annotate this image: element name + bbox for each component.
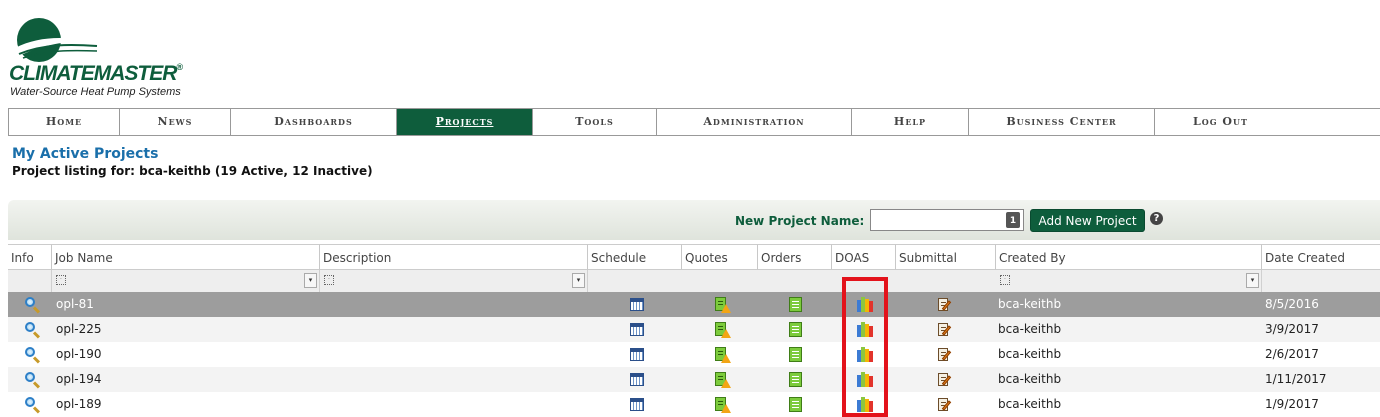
date-created-cell: 1/11/2017 xyxy=(1265,372,1327,386)
nav-log-out[interactable]: Log Out xyxy=(1155,109,1286,135)
submittal-edit-icon[interactable] xyxy=(937,397,953,413)
filter-icon: · xyxy=(56,275,66,285)
date-created-cell: 3/9/2017 xyxy=(1265,322,1319,336)
nav-news[interactable]: News xyxy=(120,109,231,135)
filter-dropdown-icon[interactable]: ▾ xyxy=(572,273,585,288)
submittal-edit-icon[interactable] xyxy=(937,372,953,388)
submittal-edit-icon[interactable] xyxy=(937,297,953,313)
calendar-icon[interactable] xyxy=(630,348,644,361)
table-row[interactable]: opl-225 bca-keithb 3/9/2017 xyxy=(8,317,1380,342)
job-name-cell[interactable]: opl-81 xyxy=(56,292,94,317)
date-created-cell: 2/6/2017 xyxy=(1265,347,1319,361)
job-name-cell[interactable]: opl-225 xyxy=(56,317,102,342)
help-icon[interactable]: ? xyxy=(1150,212,1163,225)
submittal-edit-icon[interactable] xyxy=(937,347,953,363)
col-header-created-by[interactable]: Created By xyxy=(996,244,1262,270)
magnifier-icon[interactable] xyxy=(24,347,41,364)
quote-warning-icon[interactable] xyxy=(714,347,731,363)
project-toolbar: New Project Name: 1 Add New Project ? xyxy=(8,200,1380,240)
calendar-icon[interactable] xyxy=(630,298,644,311)
created-by-cell: bca-keithb xyxy=(998,347,1062,361)
nav-administration[interactable]: Administration xyxy=(657,109,852,135)
table-row[interactable]: opl-190 bca-keithb 2/6/2017 xyxy=(8,342,1380,367)
order-sheet-icon[interactable] xyxy=(789,322,802,337)
filter-icon: · xyxy=(324,275,334,285)
quote-warning-icon[interactable] xyxy=(714,397,731,413)
created-by-cell: bca-keithb xyxy=(998,297,1062,311)
date-created-cell: 8/5/2016 xyxy=(1265,297,1319,311)
magnifier-icon[interactable] xyxy=(24,322,41,339)
calendar-icon[interactable] xyxy=(630,373,644,386)
created-by-cell: bca-keithb xyxy=(998,397,1062,411)
project-listing-summary: Project listing for: bca-keithb (19 Acti… xyxy=(12,164,373,178)
nav-business-center[interactable]: Business Center xyxy=(969,109,1155,135)
job-name-cell[interactable]: opl-194 xyxy=(56,367,102,392)
filter-date-created[interactable] xyxy=(1262,270,1380,292)
nav-help[interactable]: Help xyxy=(852,109,969,135)
quote-warning-icon[interactable] xyxy=(714,297,731,313)
col-header-description[interactable]: Description xyxy=(320,244,588,270)
order-sheet-icon[interactable] xyxy=(789,347,802,362)
filter-job-name[interactable]: · ▾ xyxy=(52,270,320,292)
filter-description[interactable]: · ▾ xyxy=(320,270,588,292)
table-row[interactable]: opl-194 bca-keithb 1/11/2017 xyxy=(8,367,1380,392)
created-by-cell: bca-keithb xyxy=(998,372,1062,386)
job-name-cell[interactable]: opl-189 xyxy=(56,392,102,417)
logo-wordmark: CLIMATEMASTER® xyxy=(9,62,183,85)
table-row[interactable]: opl-81 bca-keithb 8/5/2016 xyxy=(8,292,1380,317)
col-header-submittal[interactable]: Submittal xyxy=(896,244,996,270)
filter-cell-empty xyxy=(588,270,996,292)
col-header-schedule[interactable]: Schedule xyxy=(588,244,682,270)
date-created-cell: 1/9/2017 xyxy=(1265,397,1319,411)
col-header-info[interactable]: Info xyxy=(8,244,52,270)
nav-tools[interactable]: Tools xyxy=(533,109,657,135)
job-name-cell[interactable]: opl-190 xyxy=(56,342,102,367)
nav-projects[interactable]: Projects xyxy=(397,109,533,135)
new-project-name-input[interactable] xyxy=(870,209,1024,231)
filter-icon: · xyxy=(1000,275,1010,285)
add-new-project-button[interactable]: Add New Project xyxy=(1030,209,1145,232)
filter-row: · ▾ · ▾ · ▾ xyxy=(8,270,1380,292)
col-header-orders[interactable]: Orders xyxy=(758,244,832,270)
col-header-doas[interactable]: DOAS xyxy=(832,244,896,270)
nav-dashboards[interactable]: Dashboards xyxy=(231,109,397,135)
filter-created-by[interactable]: · ▾ xyxy=(996,270,1262,292)
logo-tagline: Water-Source Heat Pump Systems xyxy=(10,86,181,98)
order-sheet-icon[interactable] xyxy=(789,297,802,312)
magnifier-icon[interactable] xyxy=(24,372,41,389)
main-nav: Home News Dashboards Projects Tools Admi… xyxy=(8,108,1380,136)
submittal-edit-icon[interactable] xyxy=(937,322,953,338)
col-header-job-name[interactable]: Job Name xyxy=(52,244,320,270)
magnifier-icon[interactable] xyxy=(24,297,41,314)
col-header-quotes[interactable]: Quotes xyxy=(682,244,758,270)
quote-warning-icon[interactable] xyxy=(714,372,731,388)
field-counter-icon: 1 xyxy=(1006,212,1020,228)
doas-column-highlight xyxy=(842,277,888,417)
magnifier-icon[interactable] xyxy=(24,397,41,414)
col-header-date-created[interactable]: Date Created xyxy=(1262,244,1380,270)
order-sheet-icon[interactable] xyxy=(789,397,802,412)
new-project-label: New Project Name: xyxy=(735,214,865,228)
created-by-cell: bca-keithb xyxy=(998,322,1062,336)
nav-home[interactable]: Home xyxy=(8,109,120,135)
climatemaster-logo[interactable]: CLIMATEMASTER® Water-Source Heat Pump Sy… xyxy=(9,14,199,98)
calendar-icon[interactable] xyxy=(630,323,644,336)
logo-emblem-icon xyxy=(15,18,98,62)
order-sheet-icon[interactable] xyxy=(789,372,802,387)
filter-dropdown-icon[interactable]: ▾ xyxy=(1246,273,1259,288)
filter-cell-info xyxy=(8,270,52,292)
quote-warning-icon[interactable] xyxy=(714,322,731,338)
page-title: My Active Projects xyxy=(12,146,159,162)
filter-dropdown-icon[interactable]: ▾ xyxy=(304,273,317,288)
table-row[interactable]: opl-189 bca-keithb 1/9/2017 xyxy=(8,392,1380,417)
calendar-icon[interactable] xyxy=(630,398,644,411)
